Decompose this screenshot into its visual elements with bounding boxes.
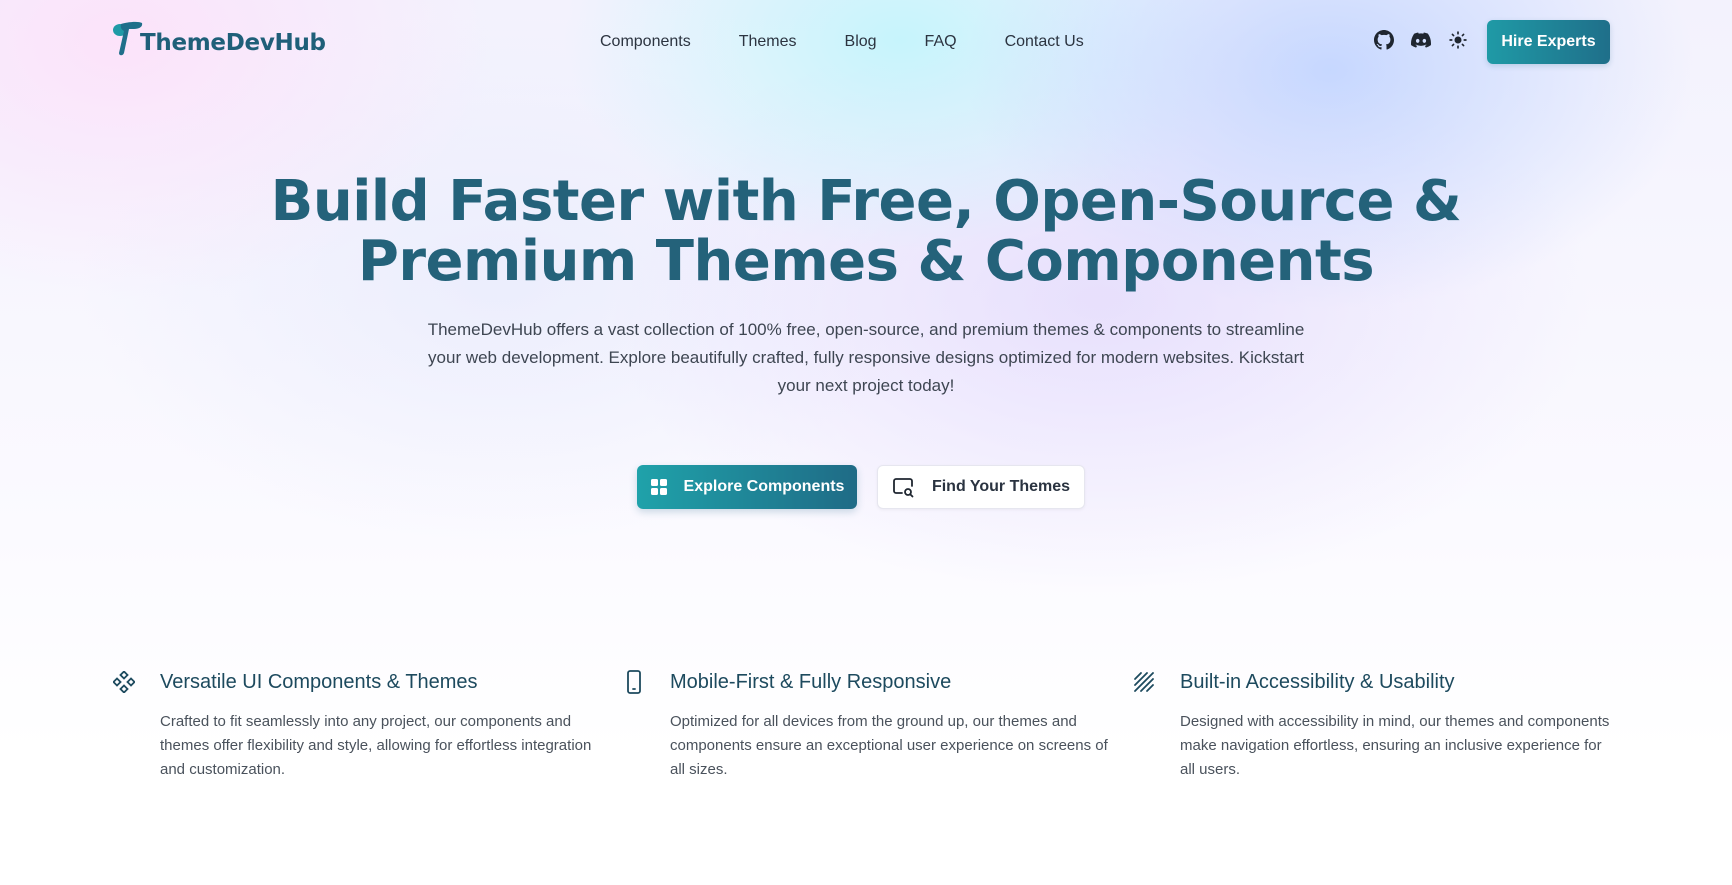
navbar: ThemeDevHub Components Themes Blog FAQ C… [0, 0, 1732, 84]
feature-header: Built-in Accessibility & Usability [1132, 668, 1572, 696]
screen-search-icon [892, 476, 914, 498]
grid-icon [650, 478, 668, 496]
diamond-dots-icon [112, 670, 136, 694]
feature-card: Mobile-First & Fully Responsive Optimize… [622, 668, 1108, 782]
hero-title-line-2: Premium Themes & Components [357, 229, 1375, 294]
hero-subtitle: ThemeDevHub offers a vast collection of … [427, 320, 1305, 395]
feature-description: Crafted to fit seamlessly into any proje… [160, 713, 592, 778]
find-your-themes-label: Find Your Themes [931, 478, 1071, 495]
feature-title: Versatile UI Components & Themes [160, 670, 478, 693]
feature-card: Built-in Accessibility & Usability Desig… [1132, 668, 1609, 782]
nav-link-contact-us[interactable]: Contact Us [1005, 28, 1084, 56]
hire-experts-button[interactable]: Hire Experts [1487, 20, 1610, 64]
feature-description: Optimized for all devices from the groun… [670, 713, 1108, 778]
discord-icon[interactable] [1411, 30, 1431, 50]
nav-link-faq[interactable]: FAQ [925, 28, 957, 56]
features-section: Versatile UI Components & Themes Crafted… [112, 668, 1622, 782]
hero-title-line-1: Build Faster with Free, Open-Source & [270, 169, 1462, 234]
explore-components-label: Explore Components [683, 478, 845, 495]
sun-icon[interactable] [1448, 30, 1468, 50]
nav-link-blog[interactable]: Blog [845, 28, 877, 56]
feature-title: Built-in Accessibility & Usability [1180, 670, 1455, 693]
mobile-phone-icon [622, 670, 646, 694]
feature-title: Mobile-First & Fully Responsive [670, 670, 952, 693]
explore-components-button[interactable]: Explore Components [637, 465, 857, 509]
logo-icon [112, 19, 143, 59]
striped-square-icon [1132, 670, 1156, 694]
nav-link-themes[interactable]: Themes [739, 28, 797, 56]
hero-title: Build Faster with Free, Open-Source & Pr… [0, 172, 1732, 292]
main-nav: Components Themes Blog FAQ Contact Us [600, 28, 1084, 56]
hero-cta-group: Explore Components Find Your Themes [637, 465, 1085, 509]
feature-card: Versatile UI Components & Themes Crafted… [112, 668, 591, 782]
logo-link[interactable]: ThemeDevHub [112, 18, 326, 60]
logo-text: ThemeDevHub [140, 30, 326, 56]
github-icon[interactable] [1374, 30, 1394, 50]
find-your-themes-button[interactable]: Find Your Themes [877, 465, 1085, 509]
nav-icon-group [1374, 30, 1485, 50]
feature-header: Mobile-First & Fully Responsive [622, 668, 1062, 696]
feature-description: Designed with accessibility in mind, our… [1180, 713, 1610, 778]
feature-header: Versatile UI Components & Themes [112, 668, 552, 696]
nav-link-components[interactable]: Components [600, 28, 691, 56]
